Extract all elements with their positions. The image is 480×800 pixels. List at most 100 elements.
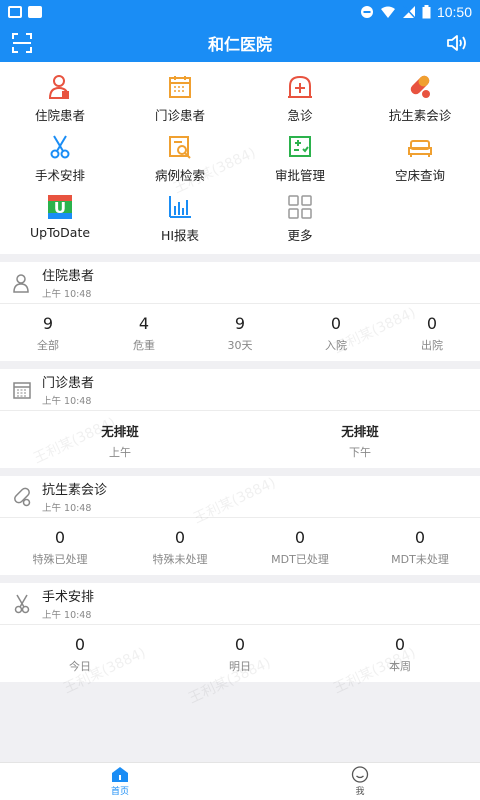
- signal-icon: [402, 5, 416, 19]
- grid-label: 空床查询: [394, 168, 445, 183]
- home-icon: [112, 767, 128, 782]
- card-timestamp: 上午 10:48: [42, 396, 92, 407]
- stat-this-week[interactable]: 0 本周: [320, 635, 480, 674]
- stat-value: 4: [138, 314, 150, 333]
- stat-label: 全部: [37, 339, 59, 352]
- function-grid: 住院患者 门诊患者 急诊 抗生素会诊 手术安排 病例检索 审批管理 空床查询 U…: [0, 62, 480, 254]
- grid-item-uptodate[interactable]: U UpToDate: [0, 194, 120, 244]
- stat-label: 30天: [227, 339, 253, 352]
- stat-value: 无排班: [341, 424, 379, 439]
- stat-value: 0: [414, 528, 426, 547]
- stat-label: 入院: [325, 339, 347, 352]
- bar-chart-icon: [169, 196, 191, 218]
- grid-item-hi-report[interactable]: HI报表: [120, 194, 240, 244]
- card-title: 手术安排: [42, 590, 95, 605]
- stat-30-days[interactable]: 9 30天: [192, 314, 288, 353]
- status-bar: 10:50: [0, 0, 480, 24]
- case-search-icon: [169, 136, 191, 159]
- card-title: 抗生素会诊: [42, 483, 108, 498]
- grid-label: HI报表: [160, 228, 200, 243]
- emergency-icon: [288, 75, 312, 98]
- grid-item-more[interactable]: 更多: [240, 194, 360, 244]
- grid-item-surgery[interactable]: 手术安排: [0, 134, 120, 184]
- stat-value: 0: [234, 635, 246, 654]
- stat-value: 0: [330, 314, 342, 333]
- stat-value: 0: [74, 635, 86, 654]
- image-notification-icon: [8, 6, 22, 18]
- stat-label: MDT已处理: [271, 553, 329, 566]
- stat-label: 上午: [109, 446, 131, 459]
- inpatient-card[interactable]: 住院患者 上午 10:48 9 全部 4 危重 9 30天 0 入院 0 出院: [0, 262, 480, 361]
- stat-afternoon[interactable]: 无排班 下午: [240, 421, 480, 460]
- stat-label: 下午: [349, 446, 371, 459]
- grid-label: 病例检索: [154, 168, 205, 183]
- card-timestamp: 上午 10:48: [42, 610, 92, 621]
- calendar-icon: [169, 76, 191, 98]
- clock: 10:50: [436, 4, 472, 20]
- stats-row: 0 今日 0 明日 0 本周: [0, 625, 480, 682]
- stat-value: 0: [394, 635, 406, 654]
- bed-icon: [408, 140, 432, 157]
- card-timestamp: 上午 10:48: [42, 503, 92, 514]
- stat-admitted[interactable]: 0 入院: [288, 314, 384, 353]
- speaker-icon[interactable]: [446, 33, 468, 53]
- stat-label: 特殊未处理: [152, 553, 208, 566]
- grid-label: 门诊患者: [154, 108, 205, 123]
- surgery-card[interactable]: 手术安排 上午 10:48 0 今日 0 明日 0 本周: [0, 583, 480, 682]
- stat-morning[interactable]: 无排班 上午: [0, 421, 240, 460]
- stat-value: 0: [294, 528, 306, 547]
- stat-label: 今日: [69, 660, 91, 673]
- calendar-icon: [13, 381, 31, 399]
- grid-label: 抗生素会诊: [388, 108, 452, 123]
- user-face-icon: [351, 766, 369, 783]
- card-header: 手术安排 上午 10:48: [0, 583, 480, 625]
- stat-label: 危重: [133, 339, 155, 352]
- stat-today[interactable]: 0 今日: [0, 635, 160, 674]
- tab-home[interactable]: 首页: [0, 763, 240, 800]
- pill-icon: [410, 75, 430, 98]
- bottom-tab-bar: 首页 我: [0, 762, 480, 800]
- uptodate-logo-icon: U: [48, 195, 72, 219]
- card-header: 抗生素会诊 上午 10:48: [0, 476, 480, 518]
- outpatient-card[interactable]: 门诊患者 上午 10:48 无排班上午 无排班下午: [0, 369, 480, 468]
- scissors-icon: [50, 135, 70, 159]
- antibiotic-card[interactable]: 抗生素会诊 上午 10:48 0 特殊已处理 0 特殊未处理 0 MDT已处理 0 MD…: [0, 476, 480, 575]
- stat-tomorrow[interactable]: 0 明日: [160, 635, 320, 674]
- grid-item-case-search[interactable]: 病例检索: [120, 134, 240, 184]
- stat-critical[interactable]: 4 危重: [96, 314, 192, 353]
- tab-me[interactable]: 我: [240, 763, 480, 800]
- stat-value: 0: [426, 314, 438, 333]
- stat-discharged[interactable]: 0 出院: [384, 314, 480, 353]
- stat-label: 明日: [229, 660, 251, 673]
- more-grid-icon: [288, 195, 312, 219]
- grid-label: 急诊: [287, 108, 313, 123]
- stat-value: 无排班: [101, 424, 139, 439]
- grid-item-antibiotic[interactable]: 抗生素会诊: [360, 74, 480, 124]
- inpatient-icon: [48, 75, 70, 99]
- stat-value: 0: [54, 528, 66, 547]
- card-title: 住院患者: [42, 269, 95, 284]
- grid-item-emergency[interactable]: 急诊: [240, 74, 360, 124]
- stat-all[interactable]: 9 全部: [0, 314, 96, 353]
- stat-value: 9: [42, 314, 54, 333]
- app-bar: 和仁医院: [0, 24, 480, 62]
- tab-label: 首页: [110, 787, 129, 797]
- app-notification-icon: [28, 6, 42, 18]
- stat-special-unprocessed[interactable]: 0 特殊未处理: [120, 528, 240, 567]
- card-timestamp: 上午 10:48: [42, 289, 92, 300]
- scan-icon[interactable]: [12, 33, 32, 53]
- stat-special-processed[interactable]: 0 特殊已处理: [0, 528, 120, 567]
- grid-item-inpatient[interactable]: 住院患者: [0, 74, 120, 124]
- grid-item-empty-bed[interactable]: 空床查询: [360, 134, 480, 184]
- grid-item-approval[interactable]: 审批管理: [240, 134, 360, 184]
- stats-row: 无排班上午 无排班下午: [0, 411, 480, 468]
- page-title: 和仁医院: [207, 35, 272, 54]
- battery-icon: [422, 5, 431, 19]
- card-title: 门诊患者: [42, 376, 95, 391]
- stat-label: 特殊已处理: [32, 553, 88, 566]
- grid-item-outpatient[interactable]: 门诊患者: [120, 74, 240, 124]
- stat-mdt-processed[interactable]: 0 MDT已处理: [240, 528, 360, 567]
- card-header: 门诊患者 上午 10:48: [0, 369, 480, 411]
- stat-mdt-unprocessed[interactable]: 0 MDT未处理: [360, 528, 480, 567]
- grid-label: 手术安排: [34, 168, 85, 183]
